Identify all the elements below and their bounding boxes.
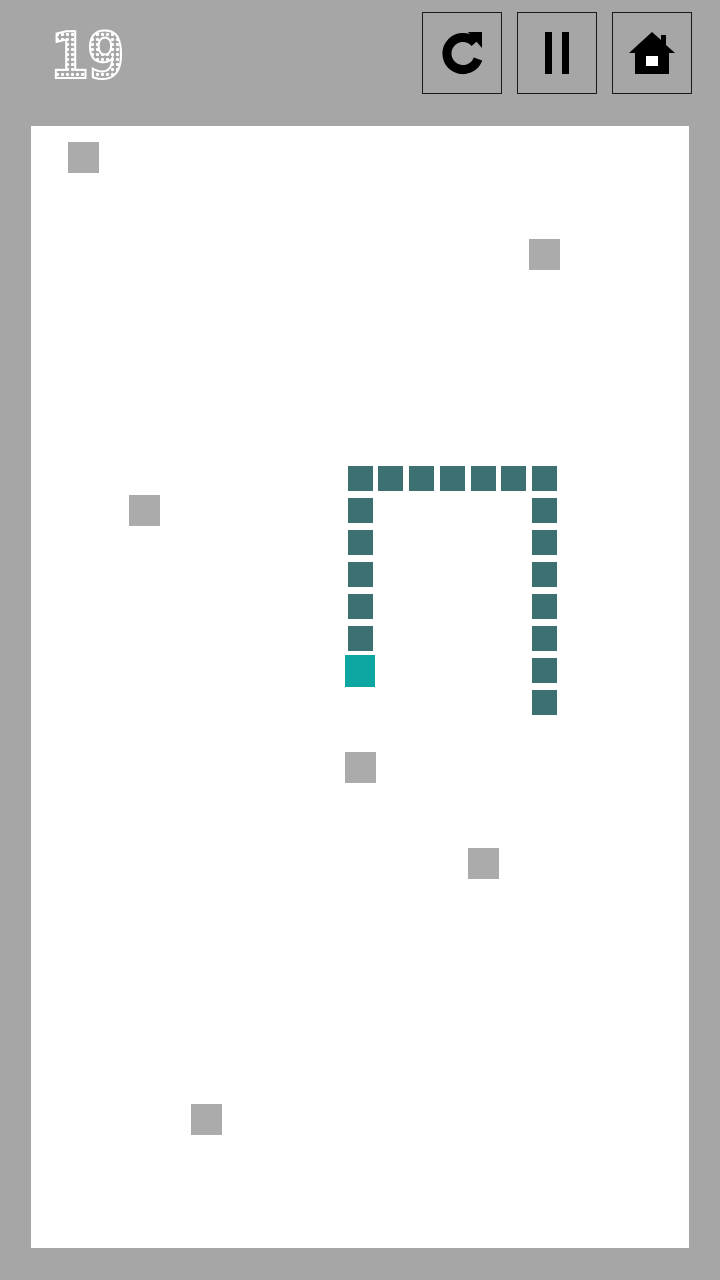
obstacle-block	[468, 848, 499, 879]
snake-segment	[348, 626, 373, 651]
pause-button[interactable]	[517, 12, 597, 94]
snake-segment	[378, 466, 403, 491]
snake-segment	[532, 594, 557, 619]
obstacle-block	[345, 752, 376, 783]
snake-segment	[348, 498, 373, 523]
snake-segment	[501, 466, 526, 491]
home-button[interactable]	[612, 12, 692, 94]
snake-segment	[440, 466, 465, 491]
top-bar: 19	[0, 0, 720, 126]
pause-icon	[545, 32, 569, 74]
snake-segment	[532, 466, 557, 491]
snake-segment	[409, 466, 434, 491]
restart-icon	[442, 32, 483, 75]
snake-segment	[471, 466, 496, 491]
snake-segment	[532, 498, 557, 523]
snake-segment	[348, 594, 373, 619]
game-board[interactable]	[31, 126, 689, 1248]
snake-segment	[532, 658, 557, 683]
snake-segment	[348, 466, 373, 491]
obstacle-block	[68, 142, 99, 173]
restart-button[interactable]	[422, 12, 502, 94]
obstacle-block	[529, 239, 560, 270]
obstacle-block	[191, 1104, 222, 1135]
snake-head	[345, 655, 375, 687]
snake-segment	[532, 626, 557, 651]
home-icon	[629, 32, 675, 74]
snake-segment	[348, 562, 373, 587]
snake-segment	[532, 530, 557, 555]
snake-segment	[532, 690, 557, 715]
snake-segment	[532, 562, 557, 587]
obstacle-block	[129, 495, 160, 526]
score-display: 19	[49, 20, 126, 94]
snake-segment	[348, 530, 373, 555]
